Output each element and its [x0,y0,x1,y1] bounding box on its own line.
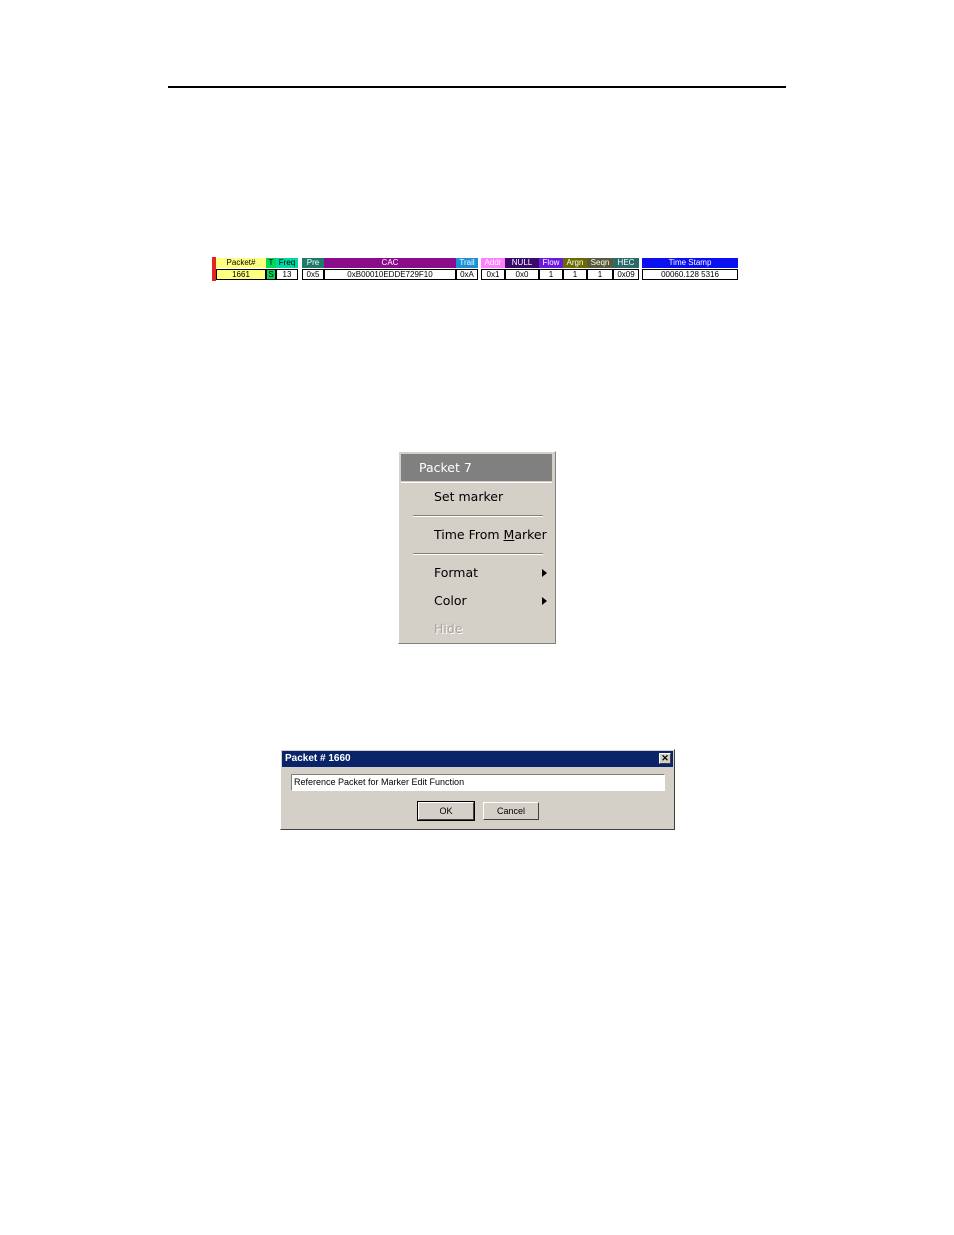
menu-item-label: Color [434,593,467,608]
menu-item-hide: Hide [434,621,463,636]
menu-item-color[interactable]: Color [401,588,552,614]
packet-field-header: Seqn [587,258,613,268]
menu-item-label: Format [434,565,479,580]
packet-field[interactable]: Argn 1 [563,257,587,281]
packet-field[interactable]: Seqn 1 [587,257,613,281]
packet-field[interactable]: Pre 0x5 [302,257,324,281]
packet-field[interactable]: CAC 0xB00010EDDE729F10 [324,257,456,281]
packet-field-header: Packet# [216,258,266,268]
packet-field[interactable]: HEC 0x09 [613,257,639,281]
menu-item-time-from-marker[interactable]: Time From Marker [401,522,552,548]
packet-edit-dialog: Packet # 1660 ✕ Reference Packet for Mar… [280,749,675,830]
packet-field-value: 00060.128 5316 [642,269,738,280]
packet-field-value: 1 [587,269,613,280]
packet-field-value: 0xB00010EDDE729F10 [324,269,456,280]
menu-separator [413,515,543,517]
comment-input[interactable]: Reference Packet for Marker Edit Functio… [291,774,665,791]
packet-field[interactable]: TS [266,257,276,281]
menu-item-label: arker [514,527,547,542]
packet-field-value: 0x5 [302,269,324,280]
cancel-button[interactable]: Cancel [483,802,539,820]
ok-button[interactable]: OK [417,801,475,821]
submenu-arrow-icon [542,597,547,605]
menu-item-label: Time From [434,527,504,542]
packet-field-value: 0x0 [505,269,539,280]
menu-separator [413,553,543,555]
packet-field-header: T [266,258,276,268]
menu-item-format[interactable]: Format [401,560,552,586]
page-header-rule [168,86,786,88]
packet-field-value: 1 [563,269,587,280]
packet-field-value: 0xA [456,269,478,280]
packet-field[interactable]: Packet# 1661 [216,257,266,281]
packet-field-header: Time Stamp [642,258,738,268]
packet-field-header: Flow [539,258,563,268]
dialog-titlebar: Packet # 1660 ✕ [282,751,673,767]
packet-field-value: 0x09 [613,269,639,280]
packet-field-header: HEC [613,258,639,268]
packet-field-header: Pre [302,258,324,268]
packet-field-header: Freq [276,258,298,268]
packet-field-header: Trail [456,258,478,268]
packet-field-value: S [266,269,276,280]
packet-field-header: CAC [324,258,456,268]
dialog-title: Packet # 1660 [285,753,351,764]
menu-item-set-marker[interactable]: Set marker [401,484,552,510]
packet-field-value: 0x1 [481,269,505,280]
packet-field[interactable]: Freq 13 [276,257,298,281]
packet-field-header: Argn [563,258,587,268]
packet-field-value: 13 [276,269,298,280]
packet-field[interactable]: NULL 0x0 [505,257,539,281]
packet-field-header: NULL [505,258,539,268]
menu-item-accelerator: M [503,527,515,542]
close-icon[interactable]: ✕ [659,753,671,764]
menu-title-separator [401,482,552,483]
packet-field-value: 1661 [216,269,266,280]
packet-field[interactable]: Time Stamp 00060.128 5316 [642,257,738,281]
menu-title: Packet 7 [401,454,552,481]
packet-field-value: 1 [539,269,563,280]
submenu-arrow-icon [542,569,547,577]
packet-field-header: Addr [481,258,505,268]
packet-field[interactable]: Addr 0x1 [481,257,505,281]
packet-field[interactable]: Trail 0xA [456,257,478,281]
context-menu: Packet 7 Set marker Time From Marker For… [398,451,556,644]
packet-field[interactable]: Flow 1 [539,257,563,281]
